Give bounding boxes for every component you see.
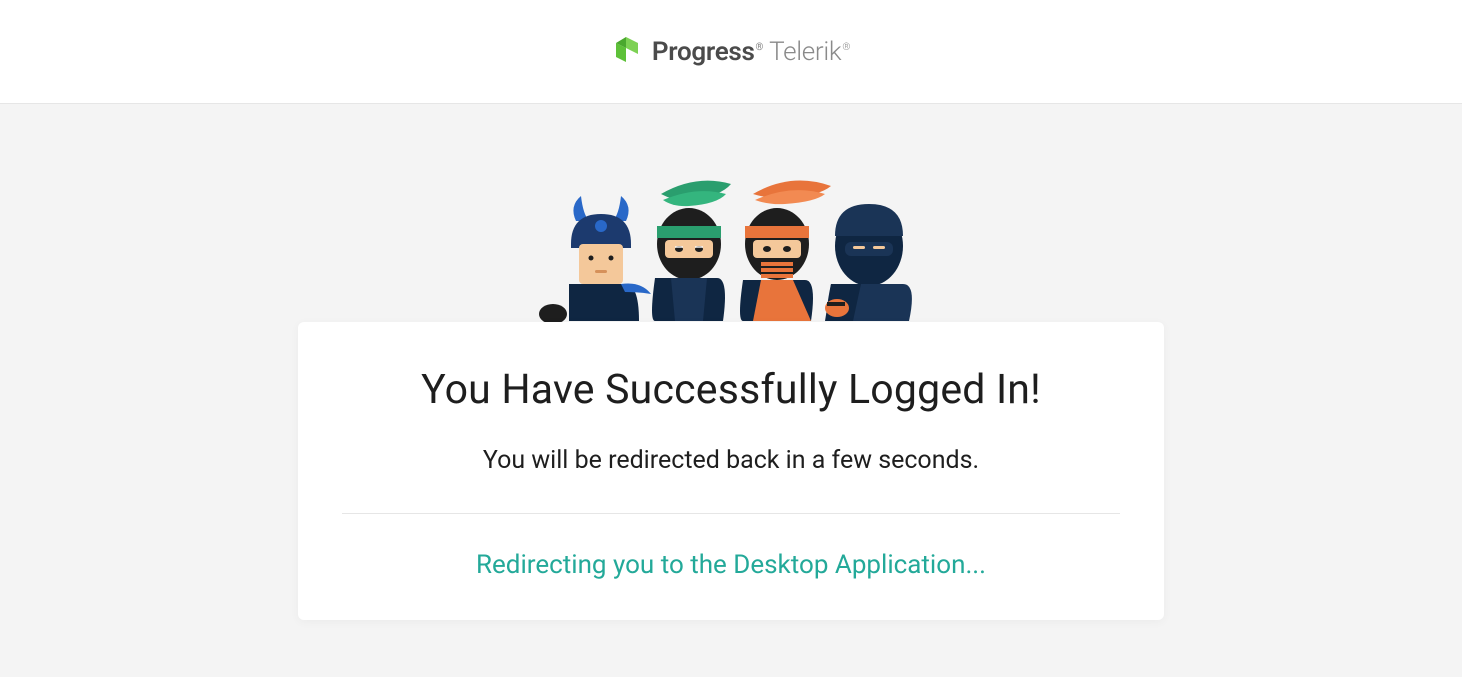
- ninja-illustration: [521, 166, 941, 330]
- brand-primary-text: Progress®: [652, 37, 763, 67]
- brand-text: Progress® Telerik®: [652, 37, 850, 67]
- success-card: You Have Successfully Logged In! You wil…: [298, 322, 1164, 620]
- redirect-subtext: You will be redirected back in a few sec…: [342, 446, 1120, 475]
- brand-secondary-text: Telerik®: [769, 37, 850, 67]
- content-area: You Have Successfully Logged In! You wil…: [0, 104, 1462, 677]
- redirect-message: Redirecting you to the Desktop Applicati…: [342, 550, 1120, 580]
- progress-logo-icon: [612, 35, 642, 69]
- divider: [342, 513, 1120, 514]
- success-title: You Have Successfully Logged In!: [342, 366, 1120, 414]
- header: Progress® Telerik®: [0, 0, 1462, 104]
- brand-logo: Progress® Telerik®: [612, 35, 850, 69]
